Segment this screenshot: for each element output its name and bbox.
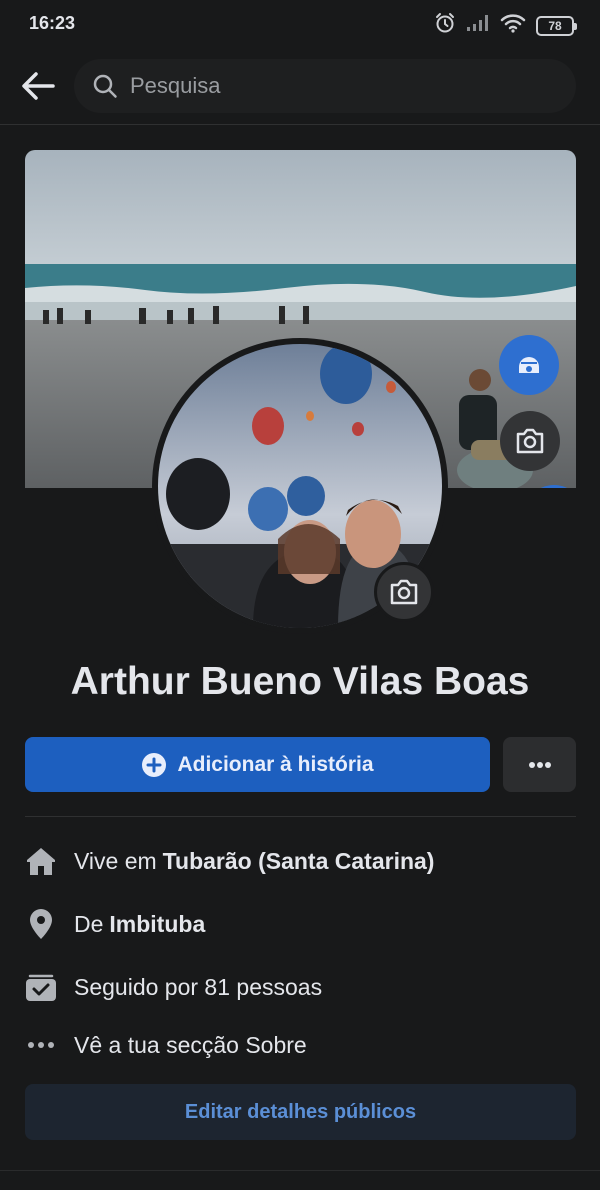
alarm-icon <box>434 12 456 39</box>
more-button[interactable] <box>503 737 576 792</box>
detail-about[interactable]: Vê a tua secção Sobre <box>25 1021 576 1069</box>
detail-followers[interactable]: Seguido por 81 pessoas <box>25 963 576 1011</box>
from-prefix: De <box>74 910 104 937</box>
status-time: 16:23 <box>29 13 76 33</box>
detail-lives-in: Vive em Tubarão (Santa Catarina) <box>25 837 576 885</box>
lives-prefix: Vive em <box>74 847 157 874</box>
cover-camera-button[interactable] <box>500 411 560 471</box>
search-input[interactable] <box>130 73 550 99</box>
wifi-icon <box>500 13 526 38</box>
followers-icon <box>25 971 57 1003</box>
search-box[interactable] <box>74 59 576 113</box>
profile-camera-button[interactable] <box>374 562 434 622</box>
home-icon <box>25 845 57 877</box>
location-pin-icon <box>25 908 57 940</box>
followers-text: Seguido por 81 pessoas <box>74 973 323 1000</box>
add-story-button[interactable]: Adicionar à história <box>25 737 490 792</box>
cover-avatar-button[interactable] <box>499 335 559 395</box>
status-bar: 16:23 78 <box>0 0 600 50</box>
dots-icon <box>25 1029 57 1061</box>
top-bar <box>0 55 600 125</box>
edit-public-details-button[interactable]: Editar detalhes públicos <box>25 1084 576 1140</box>
avatar-icon <box>519 357 539 373</box>
search-icon <box>93 74 117 98</box>
more-icon <box>528 761 551 768</box>
camera-icon <box>390 579 418 605</box>
camera-icon <box>516 428 544 454</box>
add-story-label: Adicionar à história <box>177 752 374 776</box>
divider <box>25 816 576 817</box>
bottom-divider <box>0 1170 600 1171</box>
plus-circle-icon <box>142 752 167 777</box>
status-icons: 78 <box>434 12 577 39</box>
from-place[interactable]: Imbituba <box>109 911 205 938</box>
arrow-left-icon <box>22 72 55 100</box>
back-button[interactable] <box>16 66 60 106</box>
lives-place[interactable]: Tubarão (Santa Catarina) <box>163 848 435 875</box>
profile-name: Arthur Bueno Vilas Boas <box>70 660 530 703</box>
signal-icon <box>466 14 490 37</box>
detail-from: De Imbituba <box>25 900 576 948</box>
about-text: Vê a tua secção Sobre <box>74 1031 307 1058</box>
battery-icon: 78 <box>536 15 577 36</box>
profile-actions: Adicionar à história <box>25 737 576 792</box>
